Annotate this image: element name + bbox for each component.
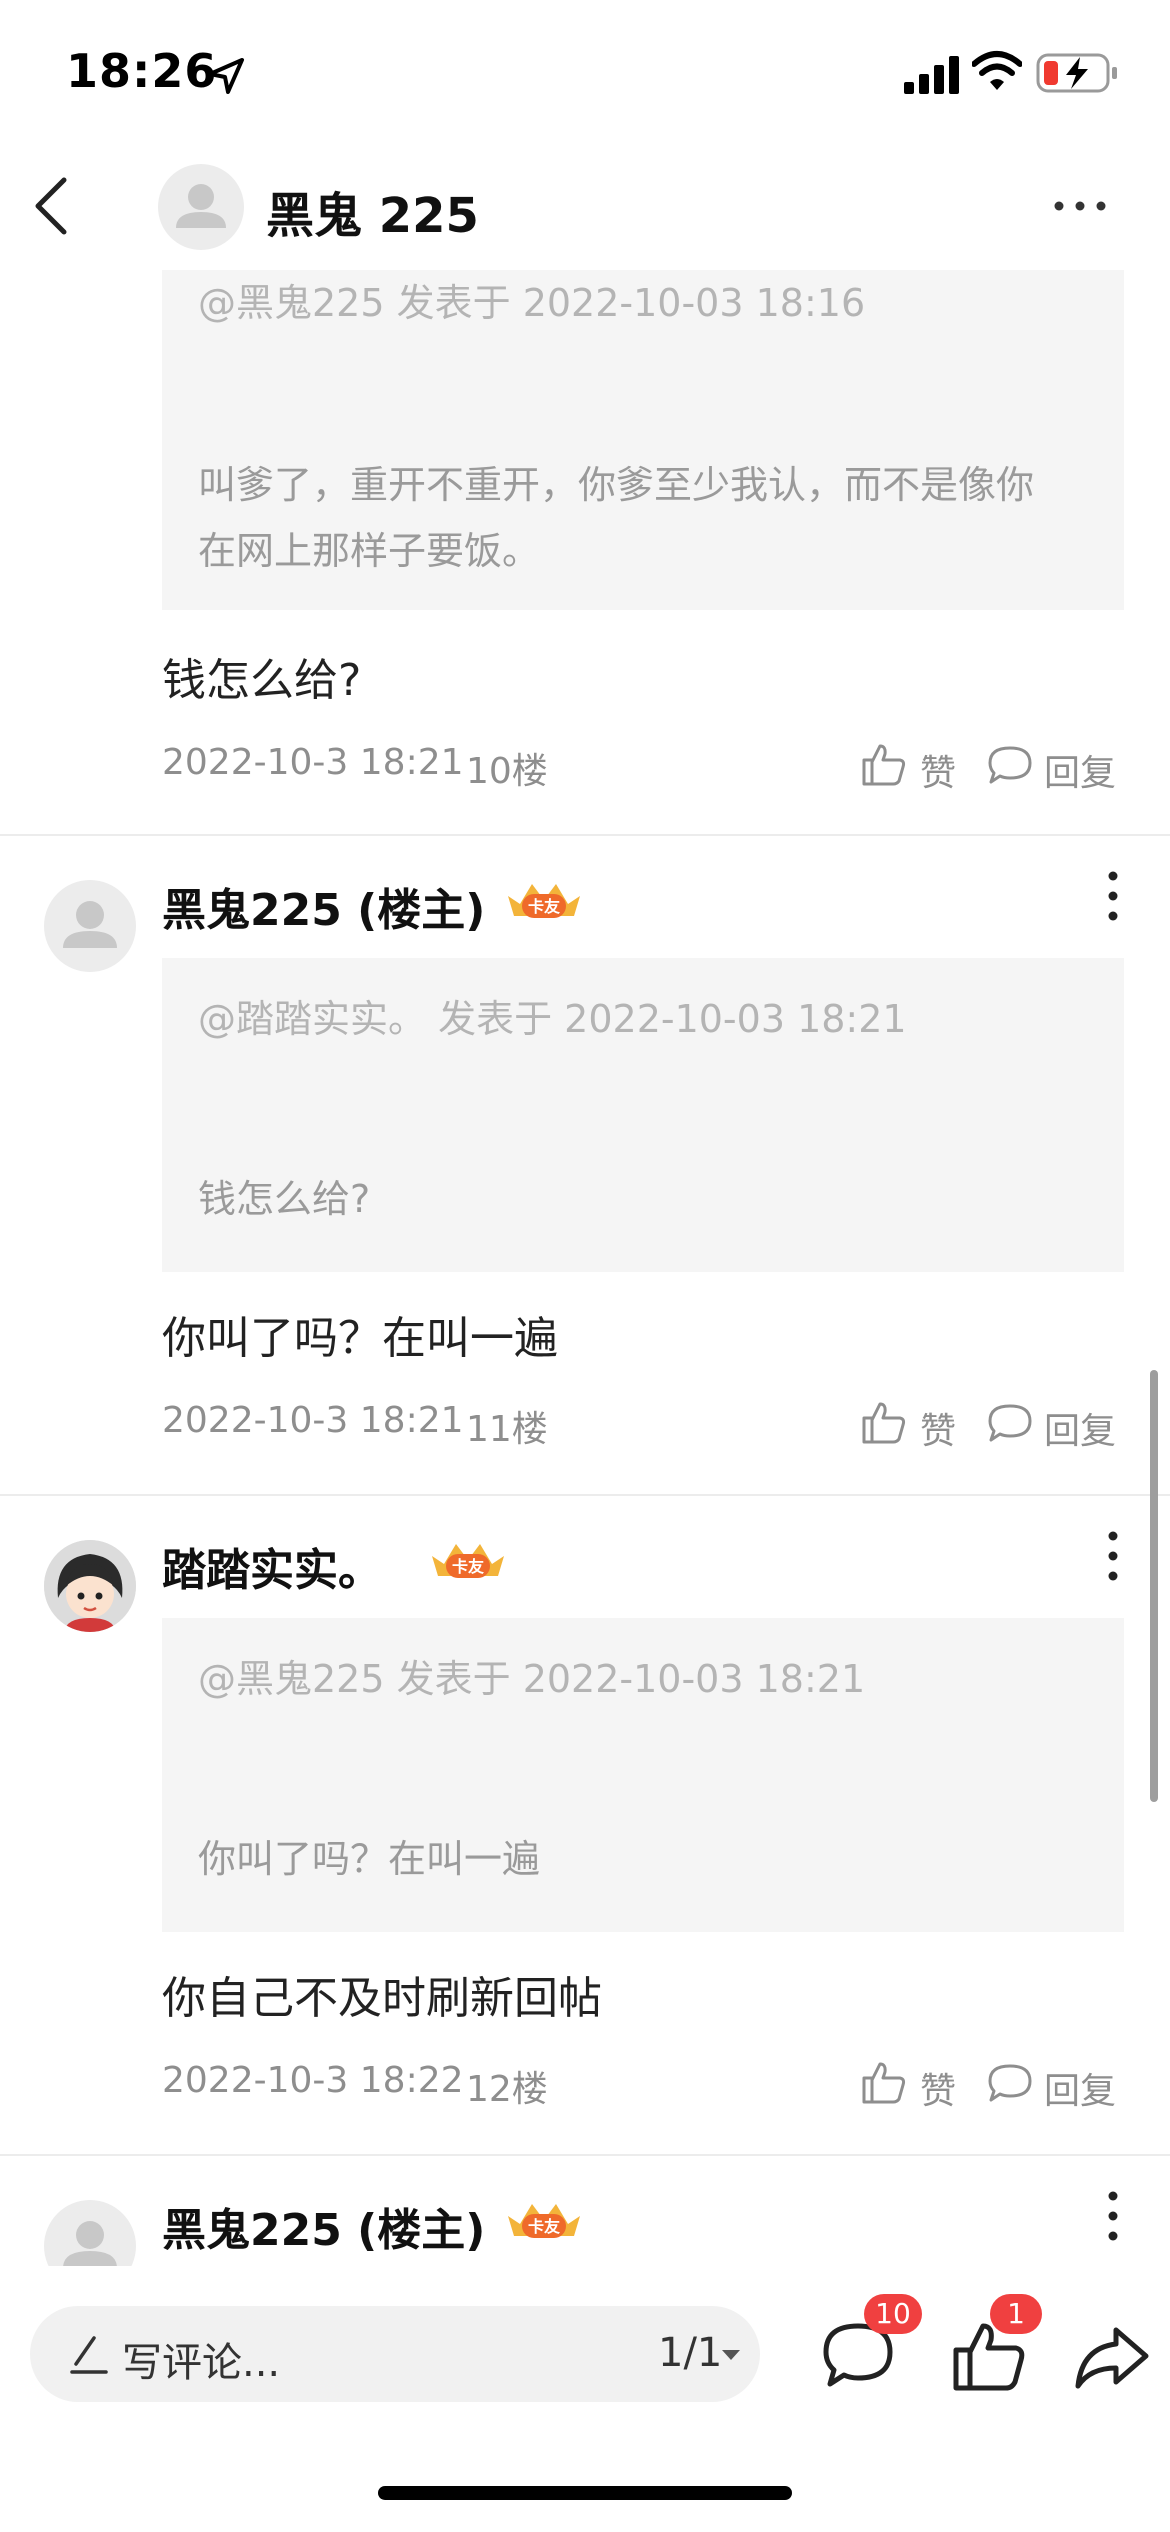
avatar[interactable] — [44, 880, 136, 972]
comment-count-badge: 10 — [864, 2294, 922, 2334]
more-horizontal-icon[interactable] — [1052, 196, 1108, 216]
reply-label[interactable]: 回复 — [1044, 2062, 1116, 2114]
like-label[interactable]: 赞 — [920, 2062, 956, 2114]
comment-bubble-icon[interactable] — [986, 1402, 1034, 1446]
default-user-icon — [63, 2221, 117, 2266]
reply-text: 你自己不及时刷新回帖 — [162, 1973, 602, 2024]
svg-text:卡友: 卡友 — [452, 1557, 485, 1576]
quote-header: @黑鬼225 发表于 2022-10-03 18:16 — [198, 281, 866, 325]
quote-header: @黑鬼225 发表于 2022-10-03 18:21 — [198, 1657, 866, 1701]
quoted-reply: @黑鬼225 发表于 2022-10-03 18:16 叫爹了，重开不重开，你爹… — [162, 270, 1124, 610]
location-arrow-icon — [208, 58, 244, 94]
more-vertical-icon[interactable] — [1098, 1526, 1128, 1586]
back-chevron-icon[interactable] — [28, 176, 78, 236]
nav-title[interactable]: 黑鬼 225 — [266, 176, 479, 246]
quote-header: @踏踏实实。 发表于 2022-10-03 18:21 — [198, 997, 907, 1041]
page-indicator[interactable]: 1/1 — [658, 2330, 722, 2376]
reply-time: 2022-10-3 18:21 — [162, 1400, 464, 1441]
thumbs-up-icon[interactable] — [860, 2058, 908, 2106]
pencil-icon — [70, 2336, 108, 2374]
crown-badge-icon: 卡友 — [508, 884, 580, 918]
avatar[interactable] — [44, 2200, 136, 2266]
floor-number: 11楼 — [466, 1409, 548, 1450]
nav-avatar[interactable] — [158, 164, 244, 250]
crown-badge-icon: 卡友 — [432, 1544, 504, 1578]
reply-time: 2022-10-3 18:21 — [162, 742, 464, 783]
comment-placeholder: 写评论... — [122, 2340, 281, 2386]
reply-text: 你叫了吗？在叫一遍 — [162, 1313, 558, 1364]
status-bar: 18:26 — [0, 0, 1170, 140]
like-count-badge: 1 — [990, 2294, 1042, 2334]
reply-list[interactable]: @黑鬼225 发表于 2022-10-03 18:16 叫爹了，重开不重开，你爹… — [0, 270, 1170, 2266]
floor-number: 10楼 — [466, 751, 548, 792]
reply-item: 黑鬼225 (楼主) 卡友 — [0, 2156, 1170, 2266]
quoted-reply: @黑鬼225 发表于 2022-10-03 18:21 你叫了吗？在叫一遍 — [162, 1618, 1124, 1932]
reply-item: 黑鬼225 (楼主) 卡友 @踏踏实实。 发表于 2022-10-03 18:2… — [0, 836, 1170, 1496]
reply-label[interactable]: 回复 — [1044, 744, 1116, 796]
comment-input[interactable]: 写评论... 1/1 — [30, 2306, 760, 2402]
reply-label[interactable]: 回复 — [1044, 1402, 1116, 1454]
reply-item: 踏踏实实。 卡友 @黑鬼225 发表于 2022-10-03 18:21 你叫了… — [0, 1496, 1170, 2156]
crown-badge-icon: 卡友 — [508, 2204, 580, 2238]
more-vertical-icon[interactable] — [1098, 866, 1128, 926]
default-user-icon — [176, 184, 226, 228]
avatar[interactable] — [44, 1540, 136, 1632]
home-indicator — [378, 2486, 792, 2500]
reply-time: 2022-10-3 18:22 — [162, 2060, 464, 2101]
reply-text: 钱怎么给? — [162, 655, 362, 706]
comment-bubble-icon[interactable] — [986, 744, 1034, 788]
quote-body: 叫爹了，重开不重开，你爹至少我认，而不是像你在网上那样子要饭。 — [198, 463, 1035, 573]
author-name[interactable]: 黑鬼225 (楼主) — [162, 2194, 485, 2258]
like-label[interactable]: 赞 — [920, 744, 956, 796]
like-label[interactable]: 赞 — [920, 1402, 956, 1454]
wifi-icon — [972, 51, 1022, 90]
svg-text:卡友: 卡友 — [528, 897, 561, 916]
caret-down-icon[interactable] — [720, 2348, 742, 2362]
author-name[interactable]: 黑鬼225 (楼主) — [162, 874, 485, 938]
author-name[interactable]: 踏踏实实。 — [162, 1534, 382, 1598]
floor-number: 12楼 — [466, 2069, 548, 2110]
reply-item: @黑鬼225 发表于 2022-10-03 18:16 叫爹了，重开不重开，你爹… — [0, 270, 1170, 836]
thumbs-up-icon[interactable] — [860, 1398, 908, 1446]
quote-body: 你叫了吗？在叫一遍 — [198, 1837, 541, 1881]
scrollbar[interactable] — [1150, 1370, 1158, 1802]
battery-charging-icon — [1036, 53, 1117, 93]
girl-avatar-icon — [44, 1540, 136, 1632]
share-arrow-icon[interactable] — [1074, 2324, 1150, 2392]
quote-body: 钱怎么给? — [198, 1177, 371, 1221]
thumbs-up-icon[interactable] — [860, 740, 908, 788]
comment-bubble-icon[interactable] — [986, 2062, 1034, 2106]
cellular-signal-icon — [904, 56, 959, 94]
status-time: 18:26 — [66, 44, 218, 98]
svg-text:卡友: 卡友 — [528, 2217, 561, 2236]
nav-bar: 黑鬼 225 — [0, 140, 1170, 270]
quoted-reply: @踏踏实实。 发表于 2022-10-03 18:21 钱怎么给? — [162, 958, 1124, 1272]
default-user-icon — [63, 901, 117, 948]
more-vertical-icon[interactable] — [1098, 2186, 1128, 2246]
